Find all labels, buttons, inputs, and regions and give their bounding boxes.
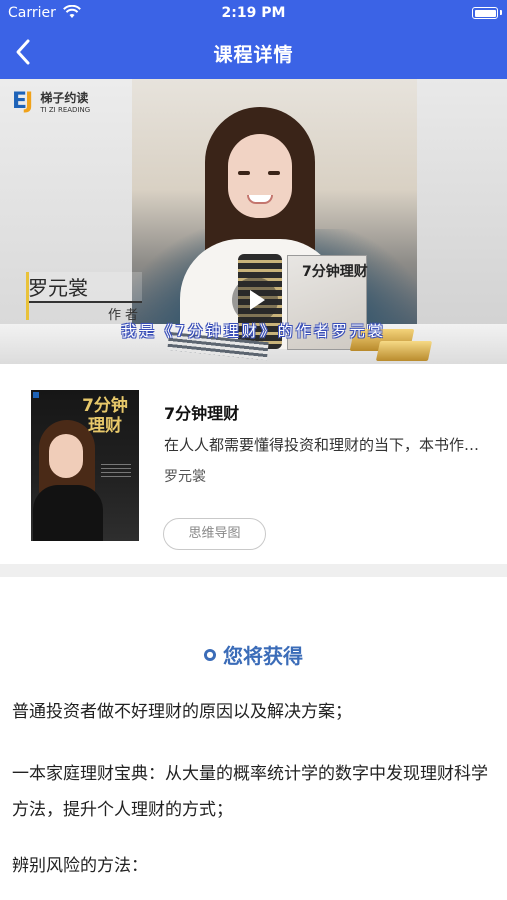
video-presenter-face bbox=[228, 134, 292, 218]
name-tag-bar bbox=[26, 272, 29, 320]
video-presenter-eye bbox=[238, 171, 250, 175]
logo-name-en: TI ZI READING bbox=[40, 106, 91, 114]
book-author: 罗元裳 bbox=[164, 469, 206, 485]
logo-name: 梯子约读 bbox=[40, 91, 89, 105]
brand-logo: EJ 梯子约读 TI ZI READING bbox=[12, 89, 90, 114]
video-presenter-eye bbox=[268, 171, 280, 175]
mindmap-button[interactable]: 思维导图 bbox=[163, 518, 266, 550]
presenter-name-tag: 罗元裳 作者 bbox=[26, 272, 143, 323]
video-gold-bar bbox=[375, 341, 433, 361]
gain-item: 一本家庭理财宝典：从大量的概率统计学的数字中发现理财科学方法，提升个人理财的方式… bbox=[12, 764, 488, 820]
gain-list: 普通投资者做不好理财的原因以及解决方案； 一本家庭理财宝典：从大量的概率统计学的… bbox=[12, 700, 497, 900]
cover-small-text bbox=[101, 464, 131, 478]
cover-author-face bbox=[49, 434, 83, 478]
book-title: 7分钟理财 bbox=[164, 404, 240, 423]
video-player[interactable]: 7分钟理财 罗元裳 作者 我是《7分钟理财》的作者罗元裳 bbox=[0, 79, 507, 364]
book-description: 在人人都需要懂得投资和理财的当下，本书作者罗元裳从多年理财经验出发 bbox=[164, 436, 494, 454]
gain-item: 辨别风险的方法： bbox=[12, 856, 148, 876]
cover-author-body bbox=[33, 485, 103, 541]
gain-heading: ● 您将获得 bbox=[0, 640, 507, 669]
gain-item: 普通投资者做不好理财的原因以及解决方案； bbox=[12, 702, 352, 722]
top-bar: Carrier 2:19 PM 课程详情 bbox=[0, 0, 507, 79]
status-time: 2:19 PM bbox=[221, 5, 286, 21]
video-book-title: 7分钟理财 bbox=[302, 264, 368, 280]
logo-mark-icon: EJ bbox=[12, 89, 33, 114]
name-tag-name: 罗元裳 bbox=[28, 272, 143, 303]
gift-icon: ● bbox=[203, 648, 216, 661]
page-title: 课程详情 bbox=[213, 44, 294, 66]
status-bar: Carrier 2:19 PM bbox=[0, 0, 507, 26]
cover-title: 7分钟理财 bbox=[82, 396, 128, 436]
video-subtitle: 我是《7分钟理财》的作者罗元裳 bbox=[121, 322, 386, 340]
cover-badge-icon bbox=[33, 392, 39, 398]
gain-title: 您将获得 bbox=[223, 644, 304, 668]
book-cover[interactable]: 7分钟理财 bbox=[31, 390, 139, 541]
battery-tip bbox=[500, 10, 502, 15]
book-info-card: 7分钟理财 7分钟理财 在人人都需要懂得投资和理财的当下，本书作者罗元裳从多年理… bbox=[0, 364, 507, 564]
section-divider bbox=[0, 564, 507, 577]
battery-icon bbox=[472, 7, 498, 19]
play-icon[interactable] bbox=[232, 277, 278, 323]
